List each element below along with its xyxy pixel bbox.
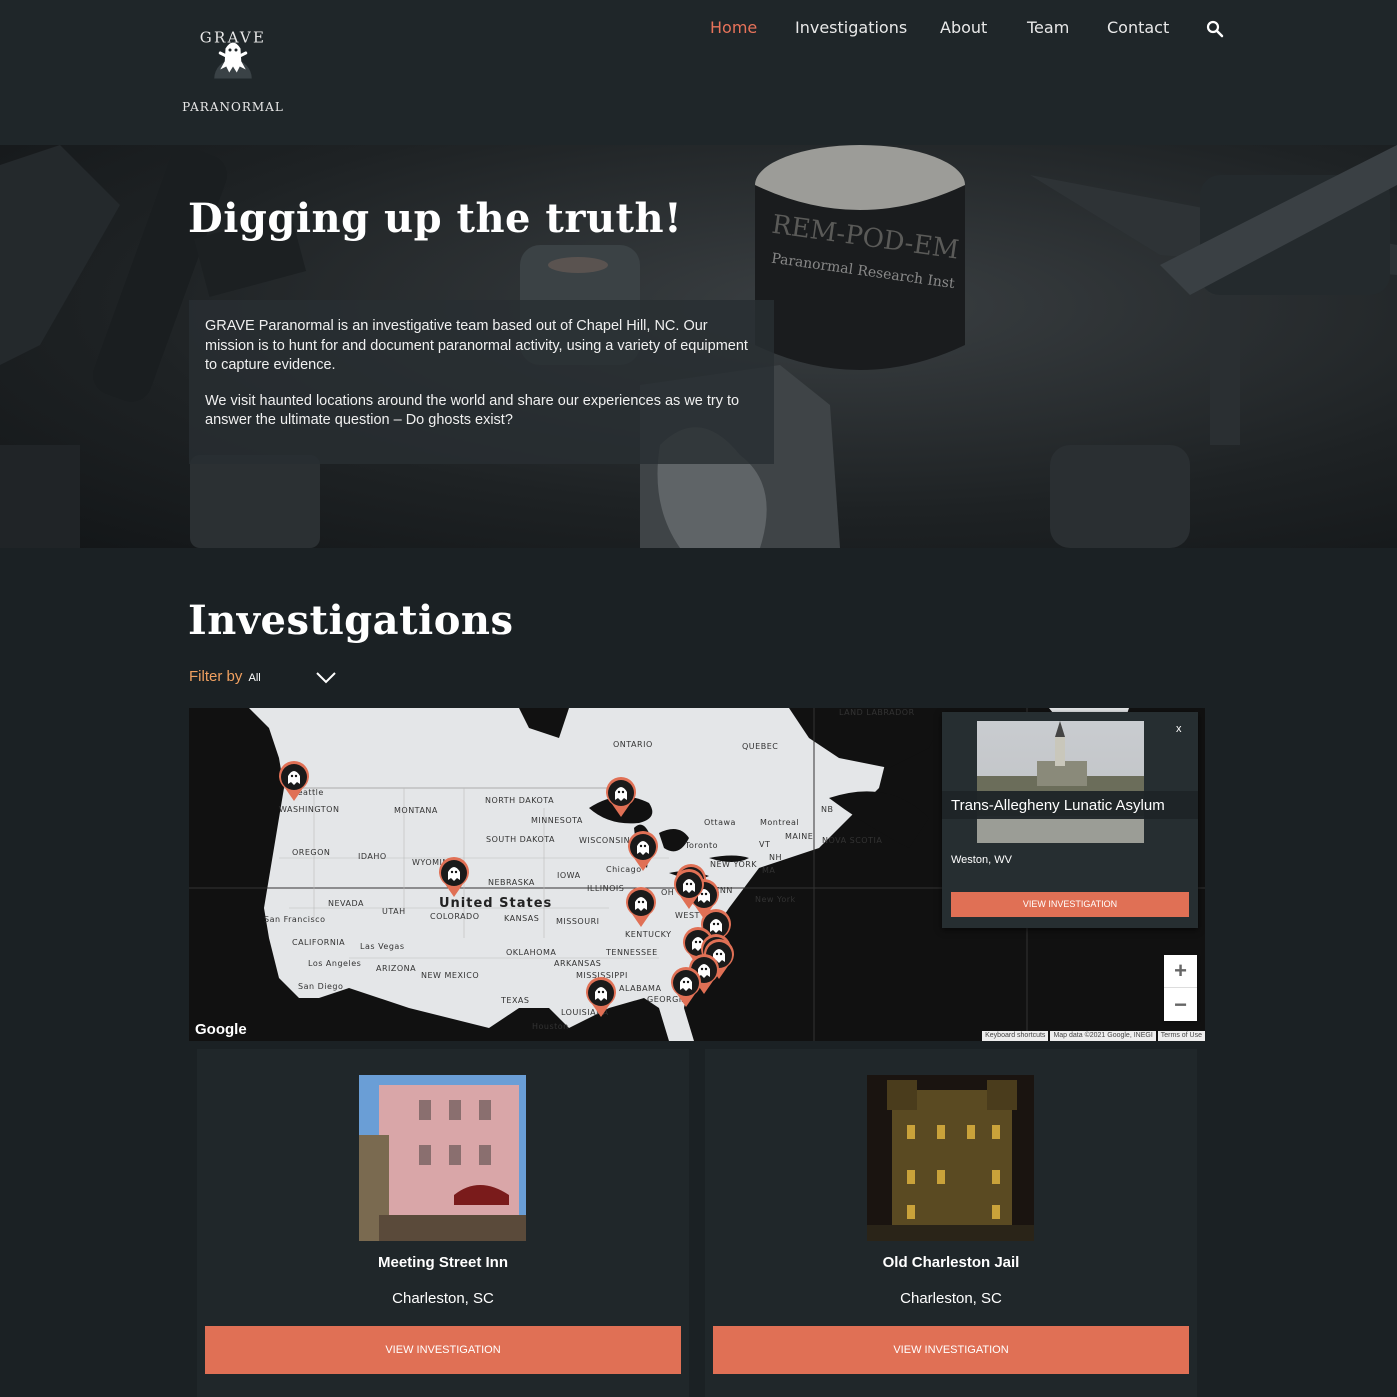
- map-label: UTAH: [382, 907, 406, 916]
- nav-about[interactable]: About: [940, 18, 987, 37]
- ghost-map-marker-icon[interactable]: [437, 856, 471, 898]
- map-label: OREGON: [292, 848, 331, 857]
- map-label: ILLINOIS: [587, 884, 625, 893]
- popup-view-investigation-button[interactable]: VIEW INVESTIGATION: [951, 892, 1189, 917]
- map-label: San Diego: [298, 982, 344, 991]
- map-label: WASHINGTON: [279, 805, 340, 814]
- map-label: MISSOURI: [556, 917, 600, 926]
- map-label: SOUTH DAKOTA: [486, 835, 556, 844]
- map-label: COLORADO: [430, 912, 480, 921]
- filter-value: All: [248, 672, 261, 684]
- map-label: MA: [762, 866, 776, 875]
- zoom-out-button[interactable]: −: [1164, 988, 1197, 1021]
- map-footer: Keyboard shortcuts Map data ©2021 Google…: [980, 1031, 1205, 1041]
- popup-location: Weston, WV: [951, 854, 1012, 866]
- meeting-street-inn-photo: [359, 1075, 526, 1241]
- map-label: NEBRASKA: [488, 878, 535, 887]
- map-label: NH: [769, 853, 782, 862]
- map-label: CALIFORNIA: [292, 938, 346, 947]
- hero-paragraph-1: GRAVE Paranormal is an investigative tea…: [205, 318, 748, 373]
- view-investigation-button[interactable]: VIEW INVESTIGATION: [713, 1326, 1189, 1374]
- investigation-card: Meeting Street Inn Charleston, SC VIEW I…: [197, 1049, 689, 1397]
- ghost-map-marker-icon[interactable]: [672, 868, 706, 910]
- map-data-attribution: Map data ©2021 Google, INEGI: [1050, 1031, 1156, 1041]
- map-label: VT: [759, 840, 771, 849]
- ghost-map-marker-icon[interactable]: [624, 886, 658, 928]
- hero-banner: REM-POD-EM Paranormal Research Inst Digg…: [0, 145, 1397, 548]
- map-label: IDAHO: [358, 852, 387, 861]
- chevron-down-icon[interactable]: [316, 672, 336, 684]
- map-label: NB: [821, 805, 834, 814]
- card-location: Charleston, SC: [392, 1290, 494, 1307]
- ghost-map-marker-icon[interactable]: [277, 760, 311, 802]
- hero-intro-box: GRAVE Paranormal is an investigative tea…: [189, 300, 774, 464]
- map-label: OKLAHOMA: [506, 948, 557, 957]
- ghost-logo-icon: GRAVE: [200, 29, 266, 79]
- view-investigation-button[interactable]: VIEW INVESTIGATION: [205, 1326, 681, 1374]
- logo-wordmark: PARANORMAL: [182, 100, 284, 114]
- map-label: WISCONSIN: [579, 836, 631, 845]
- map-label: TENNESSEE: [606, 948, 658, 957]
- search-icon[interactable]: [1206, 20, 1224, 38]
- nav-investigations[interactable]: Investigations: [795, 18, 907, 37]
- ghost-map-marker-icon[interactable]: [669, 966, 703, 1008]
- map-label: NORTH DAKOTA: [485, 796, 555, 805]
- map-label: Houston: [532, 1022, 569, 1031]
- map-label: ALABAMA: [619, 984, 662, 993]
- ghost-map-marker-icon[interactable]: [584, 976, 618, 1018]
- map-label: MINNESOTA: [531, 816, 583, 825]
- map-label: Los Angeles: [308, 959, 362, 968]
- investigations-map[interactable]: United States ONTARIO QUEBEC WASHINGTON …: [189, 708, 1205, 1041]
- google-logo: Google: [195, 1021, 247, 1038]
- map-label: MONTANA: [394, 806, 438, 815]
- hero-title: Digging up the truth!: [188, 195, 683, 242]
- map-label: ONTARIO: [613, 740, 653, 749]
- map-label: NOVA SCOTIA: [822, 836, 883, 845]
- logo-arc-text: GRAVE: [200, 29, 266, 47]
- map-label: QUEBEC: [742, 742, 779, 751]
- close-icon[interactable]: x: [1176, 723, 1182, 735]
- map-label: NEW YORK: [710, 860, 758, 869]
- keyboard-shortcuts-link[interactable]: Keyboard shortcuts: [982, 1031, 1049, 1041]
- map-label: Toronto: [685, 841, 719, 850]
- map-label: MAINE: [785, 832, 814, 841]
- card-title: Old Charleston Jail: [882, 1254, 1020, 1271]
- popup-title: Trans-Allegheny Lunatic Asylum: [942, 791, 1198, 819]
- map-label: New York: [755, 895, 796, 904]
- terms-of-use-link[interactable]: Terms of Use: [1157, 1031, 1205, 1041]
- map-label: ARIZONA: [376, 964, 417, 973]
- ghost-map-marker-icon[interactable]: [626, 830, 660, 872]
- old-charleston-jail-photo: [867, 1075, 1034, 1241]
- site-header: GRAVE PARANORMAL Home Investigations Abo…: [0, 0, 1397, 145]
- map-label: Las Vegas: [360, 942, 405, 951]
- map-info-popup: Trans-Allegheny Lunatic Asylum x Weston,…: [942, 712, 1198, 928]
- map-label-united-states: United States: [439, 896, 553, 911]
- map-label: ARKANSAS: [554, 959, 602, 968]
- hero-paragraph-2: We visit haunted locations around the wo…: [205, 392, 740, 429]
- map-label: KENTUCKY: [625, 930, 672, 939]
- investigations-title: Investigations: [188, 597, 514, 644]
- map-label: LAND LABRADOR: [839, 708, 915, 717]
- card-location: Charleston, SC: [900, 1290, 1002, 1307]
- filter-dropdown[interactable]: Filter by All: [189, 668, 261, 685]
- ghost-map-marker-icon[interactable]: [604, 776, 638, 818]
- card-title: Meeting Street Inn: [377, 1254, 508, 1271]
- map-label: NEVADA: [328, 899, 364, 908]
- nav-contact[interactable]: Contact: [1107, 18, 1169, 37]
- asylum-photo: [977, 721, 1144, 843]
- map-label: TEXAS: [501, 996, 530, 1005]
- zoom-control: + −: [1164, 955, 1197, 1021]
- map-label: Montreal: [760, 818, 800, 827]
- filter-label: Filter by: [189, 668, 243, 685]
- site-logo[interactable]: GRAVE PARANORMAL: [178, 20, 288, 120]
- map-label: KANSAS: [504, 914, 540, 923]
- nav-home[interactable]: Home: [710, 18, 757, 37]
- map-label: Ottawa: [704, 818, 736, 827]
- investigation-card: Old Charleston Jail Charleston, SC VIEW …: [705, 1049, 1197, 1397]
- nav-team[interactable]: Team: [1027, 18, 1069, 37]
- map-label: San Francisco: [264, 915, 326, 924]
- map-label: IOWA: [557, 871, 581, 880]
- map-label: NEW MEXICO: [421, 971, 480, 980]
- zoom-in-button[interactable]: +: [1164, 955, 1197, 988]
